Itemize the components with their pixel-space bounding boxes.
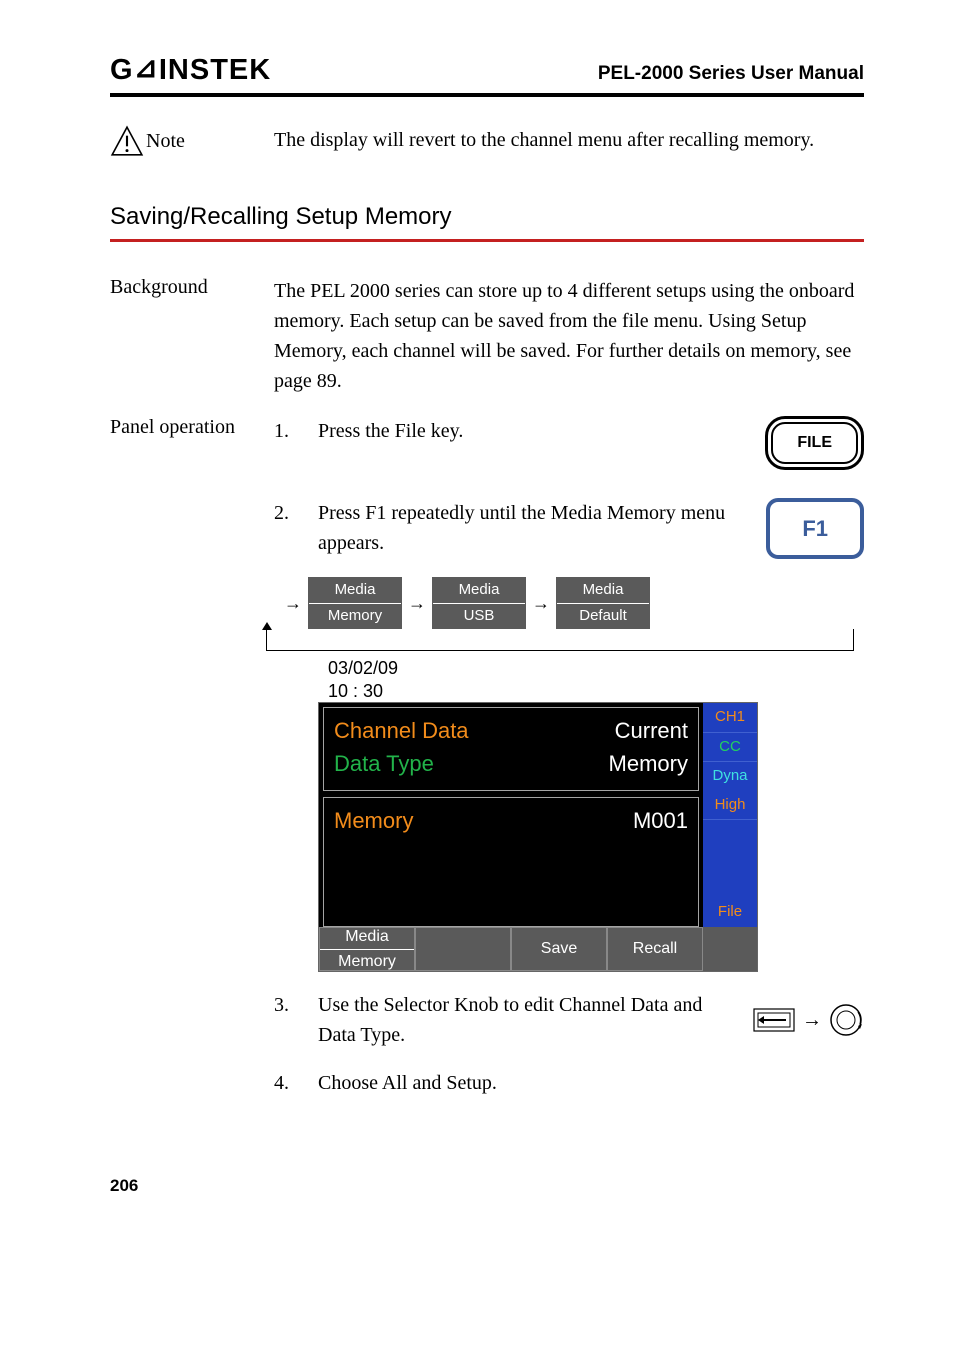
step-4: 4. Choose All and Setup. <box>274 1068 864 1098</box>
background-row: Background The PEL 2000 series can store… <box>110 276 864 396</box>
softkey-save[interactable]: Save <box>511 927 607 971</box>
cell-top: Media <box>309 578 401 604</box>
screen-sidebar: CH1 CC Dyna High File <box>703 703 757 971</box>
row-label: Channel Data <box>334 714 469 747</box>
arrow-right-icon: → <box>408 590 426 617</box>
file-button-label: FILE <box>771 422 858 464</box>
panel-operation-row: Panel operation 1. Press the File key. F… <box>110 416 864 1116</box>
cell-top: Media <box>433 578 525 604</box>
warning-icon <box>110 125 144 157</box>
arrow-right-icon: → <box>532 590 550 617</box>
softkey-blank <box>415 927 511 971</box>
media-cycle-cell: Media USB <box>432 577 526 629</box>
step-text: Choose All and Setup. <box>318 1068 864 1098</box>
screen-main: Channel Data Current Data Type Memory Me… <box>319 703 703 971</box>
cell-bottom: Memory <box>309 604 401 629</box>
media-cycle-cell: Media Memory <box>308 577 402 629</box>
f1-key-graphic: F1 <box>734 498 864 559</box>
screen-date: 03/02/09 <box>328 657 864 680</box>
panel-operation-steps: 1. Press the File key. FILE 2. Press F1 … <box>274 416 864 1116</box>
row-label: Data Type <box>334 747 434 780</box>
selector-knob-graphic: → <box>734 990 864 1050</box>
cycle-return-arrow <box>266 629 854 651</box>
step-number: 3. <box>274 990 318 1050</box>
screen-box-memory: Memory M001 <box>323 797 699 927</box>
cell-bottom: Default <box>557 604 649 629</box>
cell-top: Media <box>557 578 649 604</box>
softkey-row: Media Memory Save Recall <box>319 927 703 971</box>
softkey-recall[interactable]: Recall <box>607 927 703 971</box>
step-text: Press F1 repeatedly until the Media Memo… <box>318 498 734 559</box>
screen-box-data: Channel Data Current Data Type Memory <box>323 707 699 791</box>
note-label: Note <box>146 130 185 153</box>
note-text: The display will revert to the channel m… <box>274 125 864 155</box>
side-dyna: Dyna <box>703 762 757 791</box>
device-screen-illustration: 03/02/09 10 : 30 Channel Data Current Da… <box>318 657 864 972</box>
row-value: Memory <box>609 747 688 780</box>
file-key-graphic: FILE <box>734 416 864 470</box>
step-text: Press the File key. <box>318 416 734 470</box>
brand-logo: G⊿INSTEK <box>110 52 271 87</box>
note-block: Note The display will revert to the chan… <box>110 125 864 157</box>
f1-button[interactable]: F1 <box>766 498 864 559</box>
device-screen: Channel Data Current Data Type Memory Me… <box>318 702 758 972</box>
softkey-label: Recall <box>608 937 702 961</box>
arrow-right-icon: → <box>284 590 302 617</box>
arrow-right-icon: → <box>802 1005 822 1035</box>
softkey-media[interactable]: Media Memory <box>319 927 415 971</box>
step-number: 4. <box>274 1068 318 1098</box>
side-bottom <box>703 927 757 971</box>
side-file: File <box>703 897 757 928</box>
step-1: 1. Press the File key. FILE <box>274 416 864 470</box>
step-text: Use the Selector Knob to edit Channel Da… <box>318 990 734 1050</box>
background-text: The PEL 2000 series can store up to 4 di… <box>274 276 864 396</box>
screen-time: 10 : 30 <box>328 680 864 703</box>
step-2: 2. Press F1 repeatedly until the Media M… <box>274 498 864 559</box>
step-number: 1. <box>274 416 318 470</box>
note-label-cell: Note <box>110 125 274 157</box>
step-3: 3. Use the Selector Knob to edit Channel… <box>274 990 864 1050</box>
knob-icon <box>828 1002 864 1038</box>
side-spacer <box>703 820 757 897</box>
cell-bottom: USB <box>433 604 525 629</box>
row-value: M001 <box>633 804 688 837</box>
panel-operation-label: Panel operation <box>110 416 274 1116</box>
background-label: Background <box>110 276 274 396</box>
media-cycle-diagram: → Media Memory → Media USB → Media Defau… <box>284 577 864 629</box>
row-value: Current <box>615 714 688 747</box>
section-title: Saving/Recalling Setup Memory <box>110 203 864 242</box>
side-channel: CH1 <box>703 703 757 733</box>
softkey-label: Save <box>512 937 606 961</box>
page-number: 206 <box>110 1176 864 1196</box>
side-level: High <box>703 791 757 821</box>
media-cycle-cell: Media Default <box>556 577 650 629</box>
side-mode: CC <box>703 733 757 763</box>
file-button[interactable]: FILE <box>765 416 864 470</box>
manual-title: PEL-2000 Series User Manual <box>598 63 864 85</box>
screen-panel: Channel Data Current Data Type Memory Me… <box>319 703 703 927</box>
softkey-top: Media <box>320 925 414 950</box>
page-header: G⊿INSTEK PEL-2000 Series User Manual <box>110 52 864 97</box>
row-label: Memory <box>334 804 413 837</box>
softkey-bottom: Memory <box>320 950 414 974</box>
step-number: 2. <box>274 498 318 559</box>
press-icon <box>752 1003 796 1037</box>
